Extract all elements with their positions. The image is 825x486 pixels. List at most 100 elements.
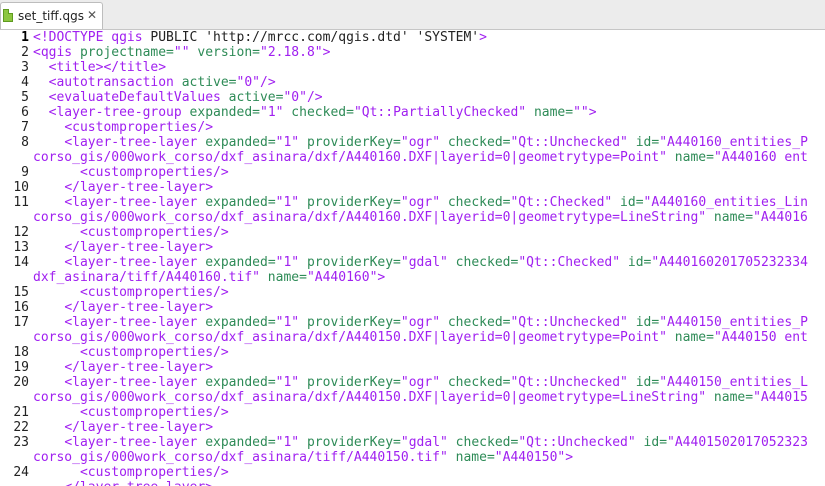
close-icon[interactable]: ✕ bbox=[87, 8, 97, 22]
code-token: <layer-tree-layer bbox=[64, 195, 206, 210]
code-token: <customproperties/> bbox=[79, 285, 229, 300]
line-number: 24 bbox=[13, 465, 29, 480]
code-token: /> bbox=[306, 90, 323, 105]
code-line[interactable]: <title></title> bbox=[33, 60, 166, 75]
code-token: </layer-tree-layer> bbox=[64, 480, 213, 486]
code-line[interactable]: <layer-tree-layer expanded="1" providerK… bbox=[33, 255, 808, 270]
code-line[interactable]: corso_gis/000work_corso/dxf_asinara/dxf/… bbox=[33, 330, 808, 345]
code-token: name= bbox=[706, 210, 754, 225]
code-line[interactable]: <layer-tree-group expanded="1" checked="… bbox=[33, 105, 597, 120]
code-token: "ogr" bbox=[400, 375, 441, 390]
code-token: "1" bbox=[260, 105, 284, 120]
code-token: "A440160_entities_P bbox=[659, 135, 808, 150]
line-number: 19 bbox=[13, 360, 29, 375]
code-token: "Qt::Checked" bbox=[518, 255, 621, 270]
code-line[interactable]: </layer-tree-layer> bbox=[33, 420, 213, 435]
line-number: 18 bbox=[13, 345, 29, 360]
code-token: > bbox=[377, 270, 386, 285]
code-token: "2.18.8" bbox=[260, 45, 323, 60]
line-number: 16 bbox=[13, 300, 29, 315]
code-token: /> bbox=[260, 75, 276, 90]
code-token: "A44015 bbox=[753, 390, 808, 405]
code-token: checked= bbox=[440, 135, 511, 150]
code-token: "A440150_entities_L bbox=[659, 375, 808, 390]
code-token: </layer-tree-layer> bbox=[64, 300, 214, 315]
code-line[interactable]: <layer-tree-layer expanded="1" providerK… bbox=[33, 135, 808, 150]
code-token: <customproperties/> bbox=[79, 405, 229, 420]
code-token: "0" bbox=[236, 75, 260, 90]
code-token: active= bbox=[181, 75, 237, 90]
tab-set-tiff[interactable]: set_tiff.qgs ✕ bbox=[0, 2, 103, 29]
code-line[interactable]: corso_gis/000work_corso/dxf_asinara/dxf/… bbox=[33, 150, 808, 165]
code-token: name= bbox=[666, 150, 714, 165]
code-line[interactable]: <layer-tree-layer expanded="1" providerK… bbox=[33, 315, 808, 330]
code-token: checked= bbox=[440, 375, 511, 390]
code-token: "Qt::Unchecked" bbox=[510, 375, 628, 390]
code-line[interactable]: corso_gis/000work_corso/dxf_asinara/tiff… bbox=[33, 450, 573, 465]
code-line[interactable]: <evaluateDefaultValues active="0"/> bbox=[33, 90, 323, 105]
code-line[interactable]: <!DOCTYPE qgis PUBLIC 'http://mrcc.com/q… bbox=[33, 30, 487, 45]
code-line[interactable]: <layer-tree-layer expanded="1" providerK… bbox=[33, 195, 808, 210]
code-token: "A440150_entities_P bbox=[659, 315, 808, 330]
code-token: <layer-tree-layer bbox=[64, 315, 206, 330]
code-token: name= bbox=[447, 450, 495, 465]
code-token: "A440160201705232334 bbox=[651, 255, 808, 270]
line-number: 15 bbox=[13, 285, 29, 300]
code-token: id= bbox=[635, 435, 668, 450]
code-token: > bbox=[322, 45, 331, 60]
code-token: > bbox=[588, 105, 597, 120]
code-token: projectname= bbox=[79, 45, 174, 60]
code-token: "ogr" bbox=[400, 195, 441, 210]
code-token: id= bbox=[627, 135, 660, 150]
code-area[interactable]: <!DOCTYPE qgis PUBLIC 'http://mrcc.com/q… bbox=[33, 30, 825, 486]
code-token: "ogr" bbox=[400, 135, 441, 150]
code-token: checked= bbox=[440, 315, 511, 330]
code-line[interactable]: <qgis projectname="" version="2.18.8"> bbox=[33, 45, 330, 60]
code-line[interactable]: <customproperties/> bbox=[33, 120, 213, 135]
code-token: name= bbox=[706, 390, 754, 405]
line-number: 12 bbox=[13, 225, 29, 240]
code-line[interactable]: </layer-tree-layer> bbox=[33, 180, 213, 195]
line-number: 11 bbox=[13, 195, 29, 210]
code-token: providerKey= bbox=[299, 315, 401, 330]
code-line[interactable]: dxf_asinara/tiff/A440160.tif" name="A440… bbox=[33, 270, 385, 285]
code-line[interactable]: <customproperties/> bbox=[33, 345, 229, 360]
code-token: <layer-tree-layer bbox=[64, 375, 206, 390]
code-line[interactable]: </layer-tree-layer> bbox=[33, 240, 213, 255]
code-line[interactable]: corso_gis/000work_corso/dxf_asinara/dxf/… bbox=[33, 390, 808, 405]
code-line[interactable]: <customproperties/> bbox=[33, 165, 229, 180]
code-token: corso_gis/000work_corso/dxf_asinara/dxf/… bbox=[33, 210, 707, 225]
code-line[interactable]: corso_gis/000work_corso/dxf_asinara/dxf/… bbox=[33, 210, 808, 225]
code-token: expanded= bbox=[205, 255, 276, 270]
code-token: "Qt::Unchecked" bbox=[518, 435, 636, 450]
code-token: "A440150 ent bbox=[713, 330, 808, 345]
code-line[interactable]: <customproperties/> bbox=[33, 405, 229, 420]
line-number-gutter: 1 2 3 4 5 6 7 8 9 10 11 12 13 14 15 16 17 18 19 20 21 22 23 24 bbox=[0, 30, 31, 486]
xml-file-icon bbox=[3, 9, 13, 22]
code-line[interactable]: <autotransaction active="0"/> bbox=[33, 75, 276, 90]
line-number: 20 bbox=[13, 375, 29, 390]
code-line[interactable]: <customproperties/> bbox=[33, 285, 229, 300]
code-token: > bbox=[479, 30, 487, 45]
code-token: "A440160_entities_Lin bbox=[643, 195, 808, 210]
code-line[interactable]: <layer-tree-layer expanded="1" providerK… bbox=[33, 435, 808, 450]
code-token: <customproperties/> bbox=[64, 120, 214, 135]
code-token: "" bbox=[173, 45, 190, 60]
code-line[interactable]: </layer-tree-layer> bbox=[33, 360, 213, 375]
code-line[interactable]: <customproperties/> bbox=[33, 225, 229, 240]
code-line[interactable]: <customproperties/> bbox=[33, 465, 229, 480]
code-line[interactable]: <layer-tree-layer expanded="1" providerK… bbox=[33, 375, 808, 390]
code-line[interactable]: </layer-tree-layer> bbox=[33, 300, 213, 315]
line-number: 22 bbox=[13, 420, 29, 435]
code-token: providerKey= bbox=[299, 375, 401, 390]
code-line[interactable]: </layer-tree-layer> bbox=[33, 480, 213, 486]
code-token: "Qt::PartiallyChecked" bbox=[353, 105, 527, 120]
code-editor[interactable]: 1 2 3 4 5 6 7 8 9 10 11 12 13 14 15 16 17 18 19 20 21 22 23 24 … bbox=[0, 30, 825, 486]
